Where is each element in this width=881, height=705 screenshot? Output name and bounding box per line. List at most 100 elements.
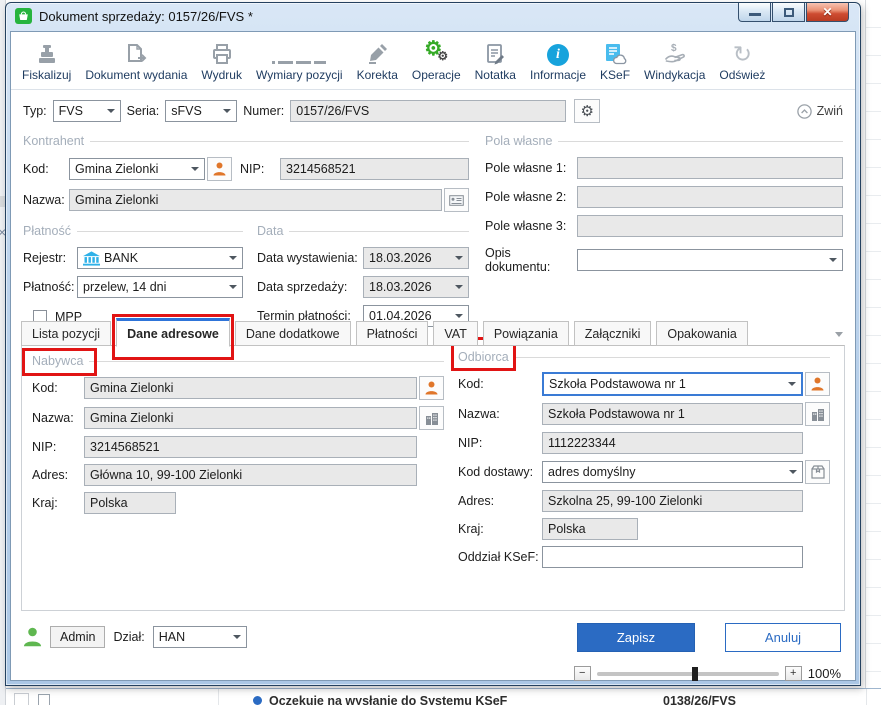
maximize-icon xyxy=(784,8,794,17)
tab-lista-pozycji[interactable]: Lista pozycji xyxy=(21,321,111,346)
odbiorca-nazwa-field: Szkoła Podstawowa nr 1 xyxy=(542,403,803,425)
chevron-down-icon xyxy=(829,258,837,262)
toolbar-wydruk[interactable]: Wydruk xyxy=(194,39,249,82)
person-icon xyxy=(811,377,824,391)
close-button[interactable]: ✕ xyxy=(806,3,849,22)
person-icon xyxy=(213,162,226,176)
zoom-slider[interactable] xyxy=(597,672,779,676)
tab-powiazania[interactable]: Powiązania xyxy=(483,321,569,346)
typ-select[interactable]: FVS xyxy=(53,100,121,122)
divider xyxy=(89,361,444,362)
toolbar-label: Fiskalizuj xyxy=(22,68,71,82)
oddzial-ksef-field[interactable] xyxy=(542,546,803,568)
window-content: Fiskalizuj Dokument wydania Wydruk Wymia… xyxy=(10,31,856,681)
tab-overflow-icon[interactable] xyxy=(835,332,843,337)
pencil-icon xyxy=(365,39,389,66)
minimize-button[interactable] xyxy=(738,3,771,22)
toolbar-label: Wydruk xyxy=(201,68,242,82)
zoom-in-button[interactable]: + xyxy=(785,666,802,681)
delivery-address-button[interactable] xyxy=(805,460,830,484)
rejestr-select[interactable]: BANK xyxy=(77,247,243,269)
toolbar-odswiez[interactable]: ↻ Odśwież xyxy=(712,39,772,82)
odbiorca-card-button[interactable] xyxy=(805,372,830,396)
gear-icon: ⚙ xyxy=(581,104,594,119)
ksef-cloud-icon xyxy=(602,39,628,66)
tab-dane-adresowe[interactable]: Dane adresowe xyxy=(116,318,230,347)
opis-dokumentu-select[interactable] xyxy=(577,249,843,271)
toolbar-notatka[interactable]: Notatka xyxy=(468,39,523,82)
titlebar[interactable]: Dokument sprzedaży: 0157/26/FVS * xyxy=(6,3,860,29)
nabywca-adres-value: Główna 10, 99-100 Zielonki xyxy=(90,468,242,482)
group-title: Data xyxy=(257,224,283,238)
maximize-button[interactable] xyxy=(772,3,805,22)
tab-label: Dane dodatkowe xyxy=(246,327,340,341)
toolbar-korekta[interactable]: Korekta xyxy=(350,39,405,82)
platnosc-value: przelew, 14 dni xyxy=(83,280,166,294)
toolbar-dokument-wydania[interactable]: Dokument wydania xyxy=(78,39,194,82)
kontrahent-kod-value: Gmina Zielonki xyxy=(75,162,158,176)
nabywca-card-button[interactable] xyxy=(419,376,444,400)
pole-wlasne-2-field xyxy=(577,186,843,208)
tab-platnosci[interactable]: Płatności xyxy=(356,321,429,346)
group-title: Pola własne xyxy=(485,134,552,148)
nabywca-building-button[interactable] xyxy=(419,406,444,430)
hand-dollar-icon: $ xyxy=(662,39,688,66)
toolbar-informacje[interactable]: i Informacje xyxy=(523,39,593,82)
tab-zalaczniki[interactable]: Załączniki xyxy=(574,321,652,346)
toolbar-fiskalizuj[interactable]: Fiskalizuj xyxy=(15,39,78,82)
tab-opakowania[interactable]: Opakowania xyxy=(656,321,748,346)
save-button[interactable]: Zapisz xyxy=(577,623,695,652)
numeration-settings-button[interactable]: ⚙ xyxy=(574,99,600,123)
odbiorca-kod-value: Szkoła Podstawowa nr 1 xyxy=(549,377,686,391)
toolbar-wymiary-pozycji[interactable]: Wymiary pozycji xyxy=(249,39,350,82)
pole-wlasne-3-label: Pole własne 3: xyxy=(485,219,577,233)
odbiorca-nip-field: 1112223344 xyxy=(542,432,803,454)
grid-divider xyxy=(218,689,219,705)
pole-wlasne-1-label: Pole własne 1: xyxy=(485,161,577,175)
tab-dane-dodatkowe[interactable]: Dane dodatkowe xyxy=(235,321,351,346)
data-sprzedazy-picker[interactable]: 18.03.2026 xyxy=(363,276,469,298)
app-basket-icon xyxy=(15,8,32,24)
kontrahent-details-button[interactable] xyxy=(444,188,469,212)
opis-dokumentu-label: Opis dokumentu: xyxy=(485,246,577,274)
nabywca-nip-field: 3214568521 xyxy=(84,436,417,458)
refresh-glyph: ↻ xyxy=(733,43,752,66)
toolbar-windykacja[interactable]: $ Windykacja xyxy=(637,39,712,82)
toolbar-ksef[interactable]: KSeF xyxy=(593,39,637,82)
odbiorca-building-button[interactable] xyxy=(805,402,830,426)
collapse-arrow-icon xyxy=(797,104,812,119)
odbiorca-kod-select[interactable]: Szkoła Podstawowa nr 1 xyxy=(542,372,803,396)
tab-label: Powiązania xyxy=(494,327,558,341)
chevron-down-icon xyxy=(229,285,237,289)
collapse-link[interactable]: Zwiń xyxy=(797,104,843,119)
data-wystawienia-picker[interactable]: 18.03.2026 xyxy=(363,247,469,269)
nabywca-adres-label: Adres: xyxy=(32,468,84,482)
platnosc-select[interactable]: przelew, 14 dni xyxy=(77,276,243,298)
numer-value: 0157/26/FVS xyxy=(296,104,369,118)
pole-wlasne-3-field xyxy=(577,215,843,237)
tab-strip: Lista pozycji Dane adresowe Dane dodatko… xyxy=(21,320,845,346)
kod-dostawy-select[interactable]: adres domyślny xyxy=(542,461,803,483)
zoom-out-button[interactable]: − xyxy=(574,666,591,681)
zoom-control: − + 100% xyxy=(574,666,841,681)
odbiorca-adres-value: Szkolna 25, 99-100 Zielonki xyxy=(548,494,702,508)
kontrahent-card-button[interactable] xyxy=(207,157,232,181)
divider xyxy=(289,231,469,232)
seria-select[interactable]: sFVS xyxy=(165,100,237,122)
tab-label: VAT xyxy=(444,327,466,341)
kontrahent-kod-select[interactable]: Gmina Zielonki xyxy=(69,158,205,180)
kontrahent-nip-value: 3214568521 xyxy=(286,162,356,176)
odbiorca-group: Odbiorca Kod: Szkoła Podstawowa nr 1 Naz… xyxy=(458,348,830,568)
cancel-button[interactable]: Anuluj xyxy=(725,623,841,652)
tab-vat[interactable]: VAT xyxy=(433,321,477,346)
tab-label: Płatności xyxy=(367,327,418,341)
toolbar-operacje[interactable]: ⚙⚙ Operacje xyxy=(405,39,468,82)
kontrahent-nazwa-value: Gmina Zielonki xyxy=(75,193,158,207)
dzial-select[interactable]: HAN xyxy=(153,626,247,648)
zoom-slider-thumb[interactable] xyxy=(692,667,698,681)
operator-button[interactable]: Admin xyxy=(50,626,105,648)
bank-icon xyxy=(83,251,100,266)
close-icon: ✕ xyxy=(822,5,832,19)
window-controls: ✕ xyxy=(738,3,849,22)
sales-document-window: Dokument sprzedaży: 0157/26/FVS * ✕ Fisk… xyxy=(5,2,861,686)
